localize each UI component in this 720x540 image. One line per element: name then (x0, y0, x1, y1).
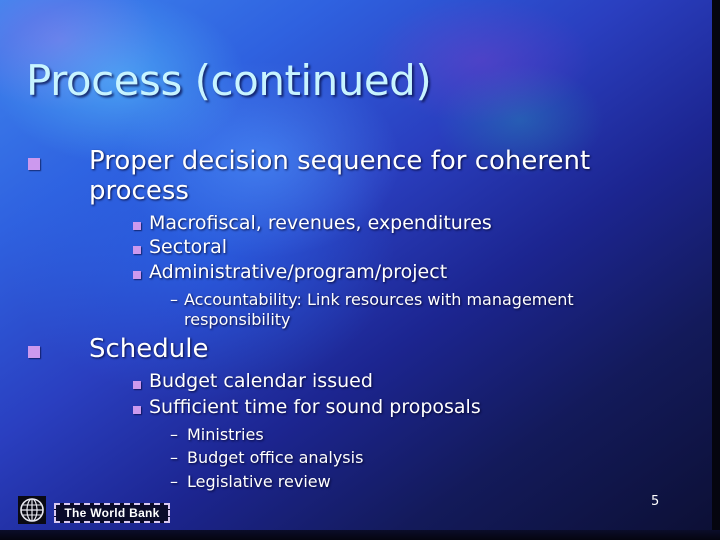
sub-bullet-square-icon (133, 381, 141, 389)
sub-bullet-square-icon (133, 246, 141, 254)
globe-icon (18, 496, 46, 524)
sub-bullet-text: Sufficient time for sound proposals (149, 396, 481, 418)
dash-bullet-icon: – (170, 290, 178, 309)
dash-bullet-icon: – (170, 448, 178, 467)
sub-sub-bullet-text: Legislative review (187, 472, 331, 491)
bullet-text-continued: process (89, 176, 189, 206)
sub-bullet-text: Administrative/program/project (149, 261, 448, 283)
sub-sub-bullet-text: Accountability: Link resources with mana… (184, 290, 574, 309)
sub-bullet-square-icon (133, 222, 141, 230)
dash-bullet-icon: – (170, 472, 178, 491)
bullet-text: Schedule (89, 334, 209, 364)
dash-bullet-icon: – (170, 425, 178, 444)
bullet-square-icon (28, 346, 40, 358)
page-number: 5 (651, 494, 660, 509)
sub-bullet-text: Sectoral (149, 236, 228, 258)
bullet-text: Proper decision sequence for coherent (89, 146, 591, 176)
slide-bottom-edge (0, 530, 720, 540)
sub-bullet-text: Macrofiscal, revenues, expenditures (149, 212, 492, 234)
slide-edge (712, 0, 720, 540)
world-bank-logo-label: The World Bank (54, 503, 170, 523)
sub-bullet-square-icon (133, 271, 141, 279)
sub-bullet-text: Budget calendar issued (149, 370, 373, 392)
sub-sub-bullet-text: Budget office analysis (187, 448, 364, 467)
sub-sub-bullet-text-continued: responsibility (184, 310, 291, 329)
sub-bullet-square-icon (133, 406, 141, 414)
bullet-square-icon (28, 158, 40, 170)
sub-sub-bullet-text: Ministries (187, 425, 264, 444)
slide-title: Process (continued) (26, 56, 432, 105)
slide: Process (continued) Proper decision sequ… (0, 0, 720, 540)
